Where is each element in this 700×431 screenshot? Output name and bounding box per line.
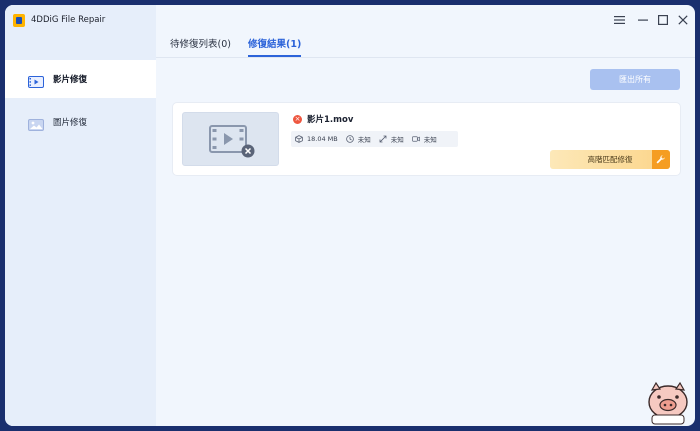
app-logo-icon — [13, 13, 25, 27]
advanced-repair-label: 高階匹配修復 — [587, 155, 633, 164]
meta-duration: 未知 — [345, 134, 371, 144]
sidebar-item-label: 影片修復 — [53, 75, 88, 85]
meta-size: 18.04 MB — [295, 135, 338, 143]
maximize-icon[interactable] — [657, 14, 669, 26]
wrench-icon — [652, 150, 670, 169]
tab-repair-results[interactable]: 修復結果(1) — [248, 36, 301, 50]
broken-video-icon — [209, 125, 255, 158]
meta-resolution: 未知 — [379, 134, 404, 144]
minimize-icon[interactable] — [637, 14, 649, 26]
image-icon — [28, 116, 44, 131]
sidebar-item-video-repair[interactable]: 影片修復 — [5, 60, 156, 98]
file-meta: 18.04 MB 未知 未知 未知 — [291, 131, 458, 147]
settings-icon[interactable] — [613, 14, 625, 26]
advanced-repair-button[interactable]: 高階匹配修復 — [550, 150, 670, 169]
close-icon[interactable] — [677, 14, 689, 26]
main-panel: 待修復列表(0) 修復結果(1) 匯出所有 × 影片1.mov 18.04 MB… — [156, 5, 695, 426]
camera-icon — [411, 135, 420, 143]
expand-icon — [379, 135, 387, 143]
error-icon: × — [293, 114, 302, 124]
clock-icon — [345, 135, 354, 143]
meta-frame: 未知 — [411, 134, 437, 144]
app-window: 4DDiG File Repair 影片修復 圖片修復 待修復列表(0) 修復結… — [5, 5, 695, 426]
export-all-button[interactable]: 匯出所有 — [590, 69, 680, 90]
sidebar-item-label: 圖片修復 — [53, 118, 88, 128]
app-title: 4DDiG File Repair — [31, 15, 106, 25]
box-icon — [295, 135, 303, 143]
file-name: 影片1.mov — [307, 115, 354, 125]
brand: 4DDiG File Repair — [13, 13, 105, 27]
filename-row: × 影片1.mov — [293, 113, 353, 125]
result-card: × 影片1.mov 18.04 MB 未知 未知 未知 高階匹配修復 — [172, 102, 681, 176]
video-thumbnail — [182, 112, 279, 166]
pig-watermark-icon — [642, 380, 694, 426]
active-tab-indicator — [248, 55, 301, 57]
sidebar: 4DDiG File Repair 影片修復 圖片修復 — [5, 5, 156, 426]
video-icon — [28, 73, 44, 88]
sidebar-item-image-repair[interactable]: 圖片修復 — [5, 103, 156, 141]
tab-pending-list[interactable]: 待修復列表(0) — [170, 36, 231, 50]
tab-bar: 待修復列表(0) 修復結果(1) — [156, 5, 695, 58]
